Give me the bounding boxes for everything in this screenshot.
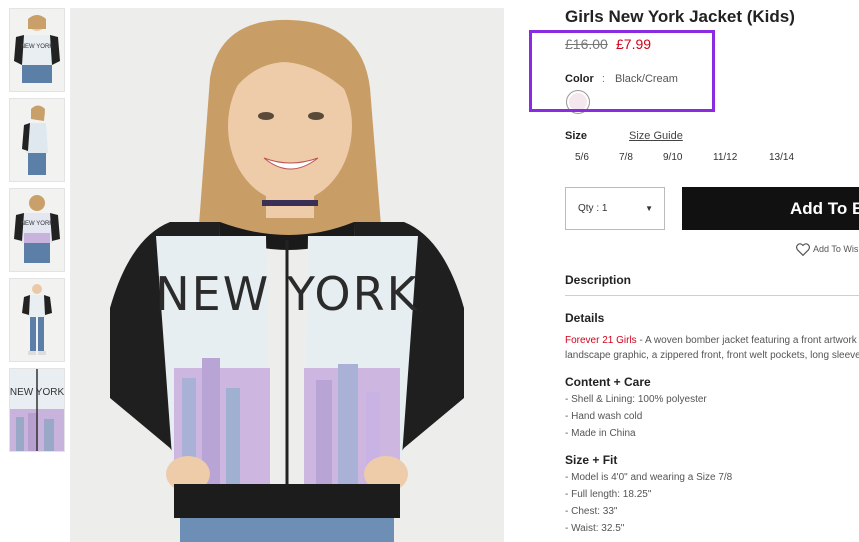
svg-text:NEW YORK: NEW YORK xyxy=(21,44,54,50)
size-fit-heading: Size + Fit xyxy=(565,453,618,467)
thumbnail-side[interactable] xyxy=(9,98,65,182)
quantity-select[interactable]: Qty : 1 ▼ xyxy=(565,187,665,230)
size-option[interactable]: 5/6 xyxy=(575,152,589,163)
content-care-heading: Content + Care xyxy=(565,375,651,389)
size-option[interactable]: 7/8 xyxy=(619,152,633,163)
add-to-bag-button[interactable]: Add To Bag xyxy=(682,187,859,230)
product-title: Girls New York Jacket (Kids) xyxy=(565,7,795,26)
thumbnail-detail[interactable]: NEW YORK xyxy=(9,368,65,452)
thumbnail-gallery: NEW YORK NEW YORK NEW YORK xyxy=(9,8,65,458)
quantity-value: Qty : 1 xyxy=(578,203,608,214)
fit-item: - Model is 4'0" and wearing a Size 7/8 xyxy=(565,472,733,483)
add-to-wishlist-link[interactable]: Add To Wishlist xyxy=(796,243,859,257)
thumbnail-back[interactable]: NEW YORK xyxy=(9,188,65,272)
size-option[interactable]: 11/12 xyxy=(713,152,737,163)
size-guide-link[interactable]: Size Guide xyxy=(629,130,683,142)
wishlist-label: Add To Wishlist xyxy=(813,243,859,254)
product-main-image[interactable]: NEW YORK xyxy=(70,8,504,542)
fit-item: - Waist: 32.5" xyxy=(565,523,625,534)
description-heading[interactable]: Description xyxy=(565,273,631,287)
svg-text:NEW YORK: NEW YORK xyxy=(21,221,54,227)
content-item: - Made in China xyxy=(565,428,636,439)
thumbnail-front[interactable]: NEW YORK xyxy=(9,8,65,92)
details-text: Forever 21 Girls - A woven bomber jacket… xyxy=(565,333,859,363)
fit-item: - Chest: 33" xyxy=(565,506,618,517)
content-item: - Shell & Lining: 100% polyester xyxy=(565,394,707,405)
content-item: - Hand wash cold xyxy=(565,411,643,422)
heart-icon xyxy=(796,243,810,257)
thumbnail-full-length[interactable] xyxy=(9,278,65,362)
size-option[interactable]: 13/14 xyxy=(769,152,794,163)
highlight-box xyxy=(529,30,715,112)
details-heading: Details xyxy=(565,311,605,325)
details-line-2: landscape graphic, a zippered front, fro… xyxy=(565,350,859,361)
details-line-1: - A woven bomber jacket featuring a fron… xyxy=(636,335,857,346)
fit-item: - Full length: 18.25" xyxy=(565,489,652,500)
chevron-down-icon: ▼ xyxy=(645,204,653,213)
size-label: Size xyxy=(565,130,588,142)
brand-name: Forever 21 Girls xyxy=(565,335,637,346)
size-option[interactable]: 9/10 xyxy=(663,152,682,163)
jacket-graphic-text: NEW YORK xyxy=(155,267,419,321)
divider xyxy=(565,295,859,296)
